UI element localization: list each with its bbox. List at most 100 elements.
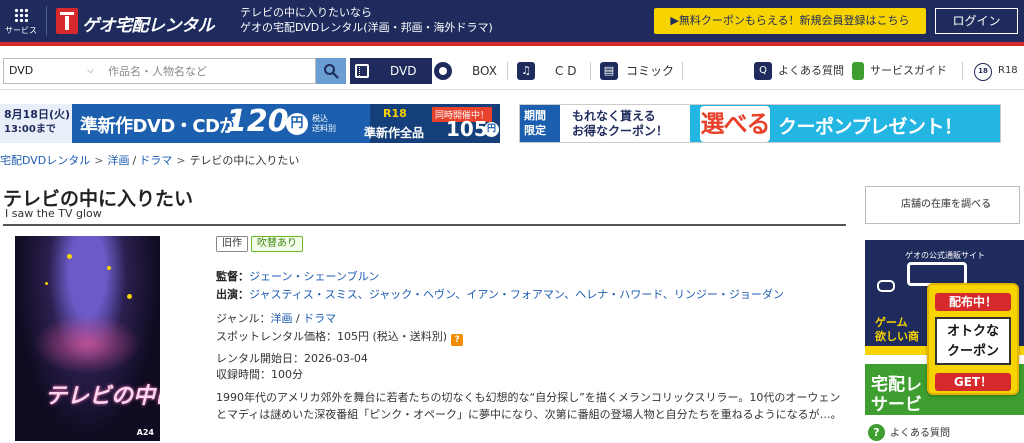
header-tagline: テレビの中に入りたいなら ゲオの宅配DVDレンタル(洋画・邦画・海外ドラマ)	[240, 5, 493, 35]
breadcrumb-home-link[interactable]: 宅配DVDレンタル	[0, 154, 90, 167]
runtime-key: 収録時間：	[216, 368, 271, 381]
genre-row: ジャンル：洋画 / ドラマ	[216, 312, 336, 326]
site-logo[interactable]: ゲオ宅配レンタル	[56, 8, 228, 36]
tab-dvd[interactable]: DVD	[350, 58, 432, 84]
store-stock-label: 店舗の在庫を調べる	[901, 199, 991, 210]
tagline-line-2: ゲオの宅配DVDレンタル(洋画・邦画・海外ドラマ)	[240, 21, 493, 34]
r18-label: R18	[998, 65, 1018, 76]
tab-comic-label: コミック	[626, 64, 675, 78]
banner-yen-2: 円	[484, 122, 499, 137]
geo-logo-icon	[56, 8, 78, 34]
search-input[interactable]	[100, 58, 316, 84]
site-header: サービス ゲオ宅配レンタル テレビの中に入りたいなら ゲオの宅配DVDレンタル(…	[0, 0, 1024, 42]
tab-box[interactable]: BOX	[434, 58, 504, 84]
runtime-value: 100分	[271, 368, 303, 381]
question-icon: Q	[754, 62, 772, 80]
poster-glow	[33, 314, 141, 374]
genre-drama-link[interactable]: ドラマ	[303, 312, 336, 325]
price-row: スポットレンタル価格：105円 (税込・送料別)?	[216, 330, 464, 346]
tagline-line-1: テレビの中に入りたいなら	[240, 6, 372, 19]
breadcrumb-western-link[interactable]: 洋画	[108, 154, 130, 167]
banner-time: 13:00まで	[4, 124, 56, 135]
book-icon: ▤	[600, 62, 618, 80]
guide-bookmark-icon	[852, 62, 864, 80]
tab-dvd-label: DVD	[390, 64, 417, 78]
disc-icon	[434, 62, 452, 80]
coupon-word: クーポン	[946, 344, 999, 359]
poster-star	[45, 282, 48, 285]
cast-key: 出演：	[216, 288, 249, 301]
header-divider	[46, 6, 47, 36]
banner-r18: R18	[383, 107, 407, 120]
poster-star	[127, 294, 132, 299]
breadcrumb-separator: >	[94, 154, 104, 167]
breadcrumb-slash: /	[132, 154, 137, 167]
r18-link[interactable]: 18 R18	[970, 58, 1022, 84]
coupon-get-button[interactable]: GET！	[935, 373, 1011, 391]
limited-period-tag: 期間限定	[524, 109, 546, 137]
tab-cd-label: C D	[555, 64, 577, 78]
breadcrumb-current: テレビの中に入りたい	[189, 154, 300, 167]
banner-yen: 円	[286, 113, 308, 135]
faq-link[interactable]: Q よくある質問	[754, 58, 850, 84]
price-value: 105円 (税込・送料別)	[337, 330, 448, 343]
search-nav-bar: DVD ⌵ DVD BOX ♫ C D ▤ コミック Q よくある質問 サービス…	[0, 50, 1024, 90]
service-guide-label: サービスガイド	[870, 64, 947, 77]
coupon-distributing: 配布中！	[935, 293, 1011, 311]
tab-comic[interactable]: ▤ コミック	[600, 58, 680, 84]
coupon-present-banner[interactable]: 期間限定 もれなく貰える お得なクーポン！ 選べる クーポンプレゼント！	[519, 104, 1001, 143]
banner-date: 8月18日(火)	[4, 108, 71, 121]
cast-row: 出演：ジャスティス・スミス、ジャック・ヘヴン、イアン・フォアマン、ヘレナ・ハワー…	[216, 288, 784, 302]
banner-tax-note: 税込 送料別	[312, 114, 336, 134]
grid-menu-icon	[14, 8, 28, 22]
floating-coupon-widget[interactable]: 配布中！ オトクな クーポン GET！	[927, 283, 1019, 395]
geo-ad-wanted: 欲しい商	[875, 330, 919, 343]
help-icon[interactable]: ?	[451, 334, 464, 346]
geo-ad-title: ゲオの公式通販サイト	[905, 251, 985, 260]
nav-divider	[962, 62, 963, 80]
release-row: レンタル開始日：2026-03-04	[216, 352, 368, 366]
banner-headline: 準新作DVD・CDが	[80, 116, 237, 137]
poster-star	[67, 254, 72, 259]
banner2-headline: クーポンプレゼント！	[778, 116, 963, 138]
banner-deadline: 8月18日(火) 13:00まで	[4, 107, 70, 137]
r18-icon: 18	[974, 63, 992, 81]
film-icon	[355, 64, 369, 78]
title-divider	[3, 224, 846, 226]
genre-western-link[interactable]: 洋画	[270, 312, 292, 325]
free-coupon-signup-button[interactable]: ▶無料クーポンもらえる！新規会員登録はこちら	[654, 8, 926, 34]
breadcrumb: 宅配DVDレンタル > 洋画 / ドラマ > テレビの中に入りたい	[0, 152, 299, 168]
catalog-badge-old: 旧作	[216, 236, 248, 252]
director-row: 監督：ジェーン・シェーンブルン	[216, 270, 379, 284]
coupon-deal: オトクな	[946, 324, 999, 339]
services-menu-button[interactable]: サービス	[0, 0, 42, 42]
banner2-copy-2: お得なクーポン！	[572, 124, 669, 138]
director-link[interactable]: ジェーン・シェーンブルン	[249, 270, 379, 283]
chevron-right-icon: ›	[986, 198, 991, 212]
music-note-icon: ♫	[517, 62, 535, 80]
check-store-stock-button[interactable]: 店舗の在庫を調べる ›	[865, 186, 1020, 224]
chevron-down-icon: ⌵	[87, 66, 94, 76]
poster-title: テレビの中に入りたい	[45, 384, 160, 409]
price-key: スポットレンタル価格：	[216, 330, 337, 343]
tab-cd[interactable]: ♫ C D	[517, 58, 587, 84]
banner-price-2: 105	[446, 117, 488, 141]
category-select[interactable]: DVD ⌵	[3, 58, 101, 84]
sidebar-faq-link[interactable]: ? よくある質問	[868, 424, 950, 443]
search-button[interactable]	[316, 58, 346, 84]
movie-poster[interactable]: テレビの中に入りたい A24	[15, 236, 160, 441]
login-button[interactable]: ログイン	[935, 8, 1018, 34]
nav-divider	[590, 62, 591, 80]
tab-box-label: BOX	[472, 64, 497, 78]
banner-tax-2: 送料別	[312, 124, 336, 133]
header-accent-bar	[0, 42, 1024, 46]
logo-text: ゲオ宅配レンタル	[82, 16, 215, 36]
release-key: レンタル開始日：	[216, 352, 304, 365]
release-date: 2026-03-04	[304, 352, 368, 365]
banner-tax-1: 税込	[312, 114, 328, 123]
breadcrumb-drama-link[interactable]: ドラマ	[139, 154, 172, 167]
cast-links[interactable]: ジャスティス・スミス、ジャック・ヘヴン、イアン・フォアマン、ヘレナ・ハワード、リ…	[249, 288, 784, 301]
service-guide-link[interactable]: サービスガイド	[852, 58, 956, 84]
breadcrumb-separator: >	[176, 154, 186, 167]
campaign-banner-120yen[interactable]: 8月18日(火) 13:00まで 準新作DVD・CDが 120 円 税込 送料別…	[0, 104, 500, 143]
